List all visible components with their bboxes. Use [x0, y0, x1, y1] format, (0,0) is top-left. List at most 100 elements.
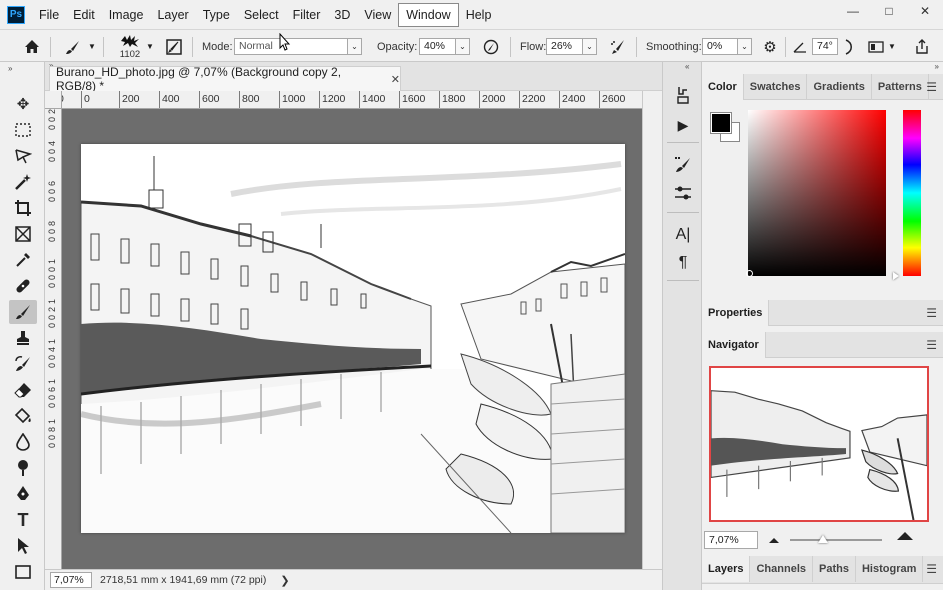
pressure-opacity-icon[interactable]	[481, 30, 501, 63]
menu-type[interactable]: Type	[196, 4, 237, 26]
rectangle-tool-icon[interactable]	[9, 560, 37, 584]
brush-preset-picker[interactable]: 1102	[116, 30, 144, 63]
paint-bucket-tool-icon[interactable]	[9, 404, 37, 428]
menu-window[interactable]: Window	[398, 2, 459, 27]
airbrush-icon[interactable]	[607, 30, 629, 63]
chevron-down-icon[interactable]: ▼	[888, 30, 896, 63]
canvas-area[interactable]	[62, 109, 642, 569]
tab-channels[interactable]: Channels	[750, 556, 813, 582]
document-image[interactable]	[81, 144, 625, 533]
history-brush-tool-icon[interactable]	[9, 352, 37, 376]
brush-tool-icon[interactable]	[62, 30, 84, 63]
clone-stamp-tool-icon[interactable]	[9, 326, 37, 350]
lasso-tool-icon[interactable]	[9, 144, 37, 168]
minimize-icon[interactable]: —	[835, 0, 871, 22]
flow-input[interactable]: 26% ⌄	[546, 30, 597, 63]
hue-slider[interactable]	[903, 110, 921, 276]
color-picker-field[interactable]	[748, 110, 886, 276]
mode-select-value: Normal	[234, 38, 348, 55]
navigator-zoom-field[interactable]: 7,07%	[704, 531, 758, 549]
blur-tool-icon[interactable]	[9, 430, 37, 454]
tab-histogram[interactable]: Histogram	[856, 556, 924, 582]
tab-layers[interactable]: Layers	[702, 556, 751, 582]
menu-edit[interactable]: Edit	[66, 4, 102, 26]
symmetry-icon[interactable]	[866, 30, 886, 63]
panel-menu-icon[interactable]: ☰	[926, 556, 937, 582]
brush-settings-panel-icon[interactable]	[164, 30, 184, 63]
chevron-right-icon[interactable]: ❯	[280, 574, 289, 587]
paragraph-panel-icon[interactable]: ¶	[671, 252, 695, 274]
menu-layer[interactable]: Layer	[150, 4, 195, 26]
brush-angle-dial-icon[interactable]	[842, 30, 856, 63]
eyedropper-tool-icon[interactable]	[9, 248, 37, 272]
ruler-tick: 0	[47, 395, 57, 401]
panel-menu-icon[interactable]: ☰	[926, 332, 937, 358]
maximize-icon[interactable]: □	[871, 0, 907, 22]
ruler-tick: 4	[47, 141, 57, 147]
tab-color[interactable]: Color	[702, 74, 744, 100]
dodge-tool-icon[interactable]	[9, 456, 37, 480]
panel-menu-icon[interactable]: ☰	[926, 300, 937, 326]
navigator-zoom-slider-handle[interactable]	[818, 535, 828, 543]
vertical-scrollbar[interactable]	[642, 91, 662, 569]
eraser-tool-icon[interactable]	[9, 378, 37, 402]
home-icon[interactable]	[22, 30, 42, 63]
crop-tool-icon[interactable]	[9, 196, 37, 220]
share-icon[interactable]	[912, 30, 932, 63]
ruler-tick: 6	[47, 181, 57, 187]
menu-help[interactable]: Help	[459, 4, 499, 26]
chevron-down-icon[interactable]: ▼	[146, 30, 154, 63]
collapsed-panels-dock: « ▶ A| ¶	[662, 62, 702, 590]
menu-select[interactable]: Select	[237, 4, 286, 26]
tab-paths[interactable]: Paths	[813, 556, 856, 582]
adjustments-panel-icon[interactable]	[671, 182, 695, 204]
character-panel-icon[interactable]: A|	[671, 224, 695, 246]
zoom-out-icon[interactable]	[768, 533, 780, 547]
healing-brush-tool-icon[interactable]	[9, 274, 37, 298]
close-icon[interactable]: ✕	[907, 0, 943, 22]
mode-select[interactable]: Normal ⌄	[234, 30, 362, 63]
marquee-tool-icon[interactable]	[9, 118, 37, 142]
hue-slider-handle[interactable]	[893, 272, 899, 280]
expand-panel-icon[interactable]: »	[8, 64, 12, 73]
brush-presets-panel-icon[interactable]	[671, 154, 695, 176]
actions-play-icon[interactable]: ▶	[671, 114, 695, 136]
tab-patterns[interactable]: Patterns	[872, 74, 929, 100]
document-tab[interactable]: Burano_HD_photo.jpg @ 7,07% (Background …	[49, 65, 401, 93]
path-selection-tool-icon[interactable]	[9, 534, 37, 558]
navigator-preview[interactable]	[709, 366, 929, 522]
frame-tool-icon[interactable]	[9, 222, 37, 246]
history-panel-icon[interactable]	[671, 84, 695, 106]
menu-image[interactable]: Image	[102, 4, 151, 26]
magic-wand-tool-icon[interactable]	[9, 170, 37, 194]
pen-tool-icon[interactable]	[9, 482, 37, 506]
foreground-color-swatch[interactable]	[710, 112, 732, 134]
angle-input[interactable]: 74°	[812, 30, 838, 63]
menu-3d[interactable]: 3D	[327, 4, 357, 26]
menu-file[interactable]: File	[32, 4, 66, 26]
smoothing-input[interactable]: 0% ⌄	[702, 30, 752, 63]
color-picker-cursor[interactable]	[746, 270, 753, 277]
close-icon[interactable]: ✕	[391, 73, 400, 86]
panel-menu-icon[interactable]: ☰	[926, 74, 937, 100]
tab-navigator[interactable]: Navigator	[702, 332, 766, 358]
gear-icon[interactable]: ⚙	[761, 30, 779, 63]
tab-swatches[interactable]: Swatches	[744, 74, 808, 100]
collapse-icon[interactable]: »	[935, 62, 939, 71]
navigator-zoom-slider[interactable]	[790, 539, 882, 541]
type-tool-icon[interactable]: T	[9, 508, 37, 532]
collapse-icon[interactable]: «	[685, 62, 689, 71]
ruler-tick: 0	[47, 117, 57, 123]
chevron-down-icon[interactable]: ▼	[88, 30, 96, 63]
tab-gradients[interactable]: Gradients	[807, 74, 872, 100]
tab-properties[interactable]: Properties	[702, 300, 770, 326]
brush-tool-icon[interactable]	[9, 300, 37, 324]
menu-view[interactable]: View	[357, 4, 398, 26]
zoom-level-field[interactable]: 7,07%	[50, 572, 92, 588]
move-tool-icon[interactable]: ✥	[9, 92, 37, 116]
zoom-in-icon[interactable]	[896, 530, 914, 544]
horizontal-ruler: 0 0 200 400 600 800 1000 1200 1400 1600 …	[62, 91, 642, 109]
opacity-input[interactable]: 40% ⌄	[419, 30, 470, 63]
menu-filter[interactable]: Filter	[286, 4, 328, 26]
properties-panel-tabs: Properties ☰	[702, 300, 943, 326]
